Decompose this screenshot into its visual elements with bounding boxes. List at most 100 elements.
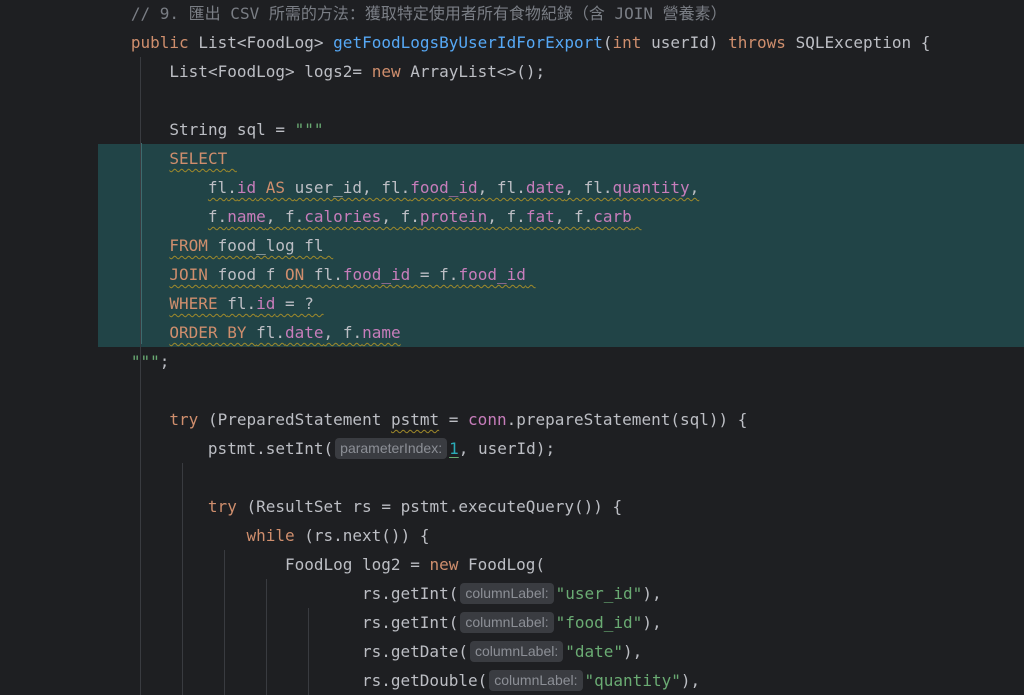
code-token: ),: [642, 613, 662, 632]
line-number: [0, 57, 98, 86]
line-number: [0, 405, 98, 434]
line-number: [0, 463, 98, 492]
code-line[interactable]: try (ResultSet rs = pstmt.executeQuery()…: [98, 492, 1024, 521]
code-token: food_log fl: [217, 236, 324, 255]
code-token: , f.: [487, 207, 526, 226]
code-line-selected[interactable]: ORDER BY fl.date, f.name: [98, 318, 1024, 347]
code-area[interactable]: // 9. 匯出 CSV 所需的方法：獲取特定使用者所有食物紀錄（含 JOIN …: [98, 0, 1024, 695]
code-token: conn: [468, 410, 507, 429]
parameter-hint: columnLabel:: [460, 612, 554, 633]
code-token: (rs.next()) {: [304, 526, 430, 545]
code-line-selected[interactable]: f.name, f.calories, f.protein, f.fat, f.…: [98, 202, 1024, 231]
code-line[interactable]: rs.getDouble(columnLabel: "quantity"),: [98, 666, 1024, 695]
code-token: (: [602, 33, 613, 52]
code-editor[interactable]: // 9. 匯出 CSV 所需的方法：獲取特定使用者所有食物紀錄（含 JOIN …: [0, 0, 1024, 695]
code-line[interactable]: [98, 86, 1024, 115]
code-line[interactable]: [98, 463, 1024, 492]
line-number: [0, 318, 98, 347]
code-token: =: [439, 410, 469, 429]
line-number: [0, 492, 98, 521]
code-token: = f.: [410, 265, 459, 284]
code-token: JOIN: [169, 265, 218, 284]
code-token: fl: [207, 178, 228, 197]
code-line[interactable]: while (rs.next()) {: [98, 521, 1024, 550]
code-token: "food_id": [555, 613, 643, 632]
code-token: f.: [207, 207, 228, 226]
code-token: pstmt.setInt(: [207, 439, 334, 458]
parameter-hint: parameterIndex:: [335, 438, 448, 459]
code-line[interactable]: """;: [98, 347, 1024, 376]
code-line[interactable]: FoodLog log2 = new FoodLog(: [98, 550, 1024, 579]
code-line[interactable]: rs.getInt(columnLabel: "food_id"),: [98, 608, 1024, 637]
code-line-selected[interactable]: JOIN food f ON fl.food_id = f.food_id: [98, 260, 1024, 289]
code-token: , f.: [554, 207, 594, 226]
indent-guide: [266, 579, 267, 695]
line-number: [0, 637, 98, 666]
line-number: [0, 434, 98, 463]
code-token: ArrayList<>();: [410, 62, 546, 81]
code-token: ;: [159, 352, 170, 371]
code-line-selected[interactable]: SELECT: [98, 144, 1024, 173]
code-line[interactable]: List<FoodLog> logs2= new ArrayList<>();: [98, 57, 1024, 86]
parameter-hint: columnLabel:: [460, 583, 554, 604]
code-line-selected[interactable]: FROM food_log fl: [98, 231, 1024, 260]
code-token: food_id: [342, 265, 411, 284]
code-line[interactable]: rs.getDate(columnLabel: "date"),: [98, 637, 1024, 666]
code-token: ON: [285, 265, 314, 284]
code-token: food f: [217, 265, 286, 284]
code-line-selected[interactable]: WHERE fl.id = ?: [98, 289, 1024, 318]
code-token: FoodLog(: [468, 555, 546, 574]
code-token: throws: [728, 33, 796, 52]
code-token: id: [236, 178, 257, 197]
code-token: int: [612, 33, 652, 52]
code-line[interactable]: String sql = """: [98, 115, 1024, 144]
line-number: [0, 666, 98, 695]
code-token: public: [130, 33, 199, 52]
code-token: .: [227, 178, 237, 197]
code-line-selected[interactable]: fl.id AS user_id, fl.food_id, fl.date, f…: [98, 173, 1024, 202]
line-number: [0, 231, 98, 260]
code-token: date: [285, 323, 324, 342]
line-number: [0, 86, 98, 115]
code-token: name: [362, 323, 401, 342]
code-token: food_id: [458, 265, 526, 284]
code-token: getFoodLogsByUserIdForExport: [333, 33, 603, 52]
line-number: [0, 289, 98, 318]
code-line[interactable]: rs.getInt(columnLabel: "user_id"),: [98, 579, 1024, 608]
code-token: user_id, fl.: [294, 178, 411, 197]
code-token: String sql =: [169, 120, 295, 139]
code-line[interactable]: // 9. 匯出 CSV 所需的方法：獲取特定使用者所有食物紀錄（含 JOIN …: [98, 0, 1024, 28]
line-number: [0, 608, 98, 637]
code-token: fat: [525, 207, 555, 226]
line-number-gutter[interactable]: [0, 0, 98, 695]
code-line[interactable]: pstmt.setInt(parameterIndex: 1, userId);: [98, 434, 1024, 463]
line-number: [0, 579, 98, 608]
code-token: "date": [565, 642, 624, 661]
line-number: [0, 144, 98, 173]
code-token: rs.getInt(: [362, 584, 459, 603]
code-token: quantity: [612, 178, 690, 197]
code-token: protein: [419, 207, 488, 226]
code-token: ),: [623, 642, 643, 661]
code-token: ),: [680, 671, 701, 690]
code-token: List<FoodLog>: [198, 33, 334, 52]
indent-guide: [140, 57, 141, 695]
indent-guide: [224, 550, 225, 695]
code-line[interactable]: try (PreparedStatement pstmt = conn.prep…: [98, 405, 1024, 434]
line-number: [0, 28, 98, 57]
line-number: [0, 173, 98, 202]
code-token: , f.: [323, 323, 363, 342]
code-token: """: [130, 352, 160, 371]
code-token: SELECT: [169, 149, 228, 168]
code-token: date: [525, 178, 565, 197]
code-token: ORDER BY: [169, 323, 257, 342]
line-number: [0, 0, 98, 28]
code-line[interactable]: public List<FoodLog> getFoodLogsByUserId…: [98, 28, 1024, 57]
code-token: List<FoodLog> logs2=: [169, 62, 372, 81]
code-token: userId): [651, 33, 729, 52]
code-line[interactable]: [98, 376, 1024, 405]
code-token: , userId);: [458, 439, 556, 458]
code-token: new: [429, 555, 468, 574]
